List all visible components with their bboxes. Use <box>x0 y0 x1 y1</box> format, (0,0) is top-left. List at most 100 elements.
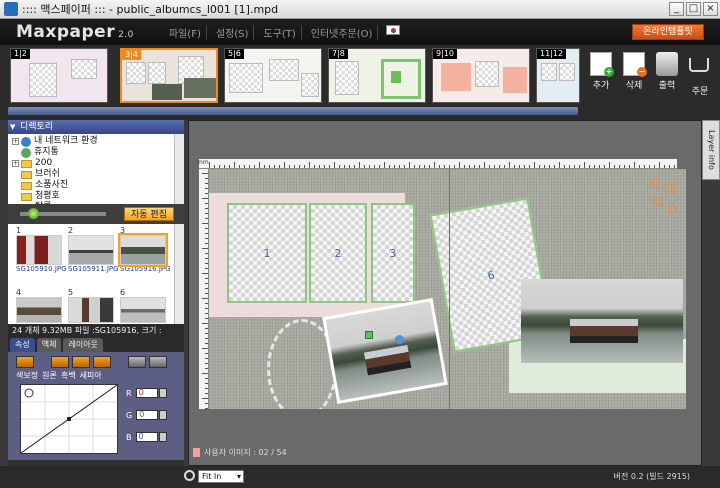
tree-item[interactable]: 청평호 <box>12 191 180 202</box>
thumbnail-page[interactable]: 1|2 <box>10 48 108 103</box>
print-button[interactable]: 출력 <box>652 52 682 97</box>
blue-value-input[interactable]: 0 <box>135 432 158 442</box>
ruler-tick <box>559 162 560 168</box>
filter-label: 원론 <box>42 371 57 380</box>
album-page[interactable]: 1 2 3 6 <box>209 169 686 409</box>
rotated-photo[interactable] <box>322 297 448 405</box>
tree-item[interactable]: 브러쉬 <box>12 169 180 180</box>
ruler-tick <box>374 165 375 168</box>
add-page-button[interactable]: + 추가 <box>586 52 616 97</box>
ruler-tick <box>205 238 208 239</box>
menu-file[interactable]: 파일(F) <box>164 24 207 40</box>
ruler-tick <box>205 288 208 289</box>
online-template-button[interactable]: 온라인템플릿 <box>632 24 704 40</box>
thumbnail-page[interactable]: 7|8 <box>328 48 426 103</box>
photo-item[interactable]: 2 SG105911.JPG <box>68 226 118 273</box>
folder-icon <box>21 159 32 168</box>
ruler-tick <box>264 165 265 168</box>
logo-version: 2.0 <box>118 30 134 40</box>
minimize-button[interactable]: _ <box>669 2 684 16</box>
thumbnail-label: 11|12 <box>537 49 567 59</box>
photo-slot[interactable]: 2 <box>309 203 367 303</box>
auto-edit-button[interactable]: 자동 편집 <box>124 207 174 221</box>
green-spinner[interactable] <box>159 410 168 420</box>
ruler-tick <box>234 162 235 168</box>
menu-internet-order[interactable]: 인터넷주문(O) <box>306 24 379 40</box>
ruler-tick <box>202 248 208 249</box>
close-button[interactable]: × <box>703 2 718 16</box>
order-button[interactable]: 주문 <box>685 52 715 97</box>
flip-horizontal-button[interactable] <box>128 356 146 368</box>
tab-objects[interactable]: 액체 <box>36 338 62 352</box>
photo-slot[interactable]: 3 <box>371 203 415 303</box>
red-value-input[interactable]: 0 <box>135 388 158 398</box>
tone-curve-editor[interactable] <box>20 384 118 454</box>
document-icon <box>193 448 200 457</box>
menu-settings[interactable]: 설정(S) <box>211 24 255 40</box>
sepia-button[interactable] <box>93 356 111 368</box>
ruler-tick <box>205 333 208 334</box>
ruler-tick <box>205 243 208 244</box>
original-button[interactable] <box>51 356 69 368</box>
flower-ornament[interactable] <box>646 175 680 219</box>
delete-page-button[interactable]: − 삭제 <box>619 52 649 97</box>
maximize-button[interactable]: □ <box>686 2 701 16</box>
zoom-icon[interactable] <box>184 470 195 481</box>
vertical-ruler <box>199 169 209 409</box>
thumbnail-page-active[interactable]: 3|4 <box>120 48 218 103</box>
photo-scrollbar[interactable] <box>174 224 184 324</box>
thumbnail-shape <box>391 71 401 83</box>
selection-handle[interactable] <box>365 331 373 339</box>
slider-knob[interactable] <box>28 208 39 219</box>
green-value-input[interactable]: 0 <box>136 410 159 420</box>
photo-item-selected[interactable]: 3 SG105916.JPG <box>118 226 170 273</box>
grayscale-button[interactable] <box>72 356 90 368</box>
thumbnail-label: 9|10 <box>433 49 457 59</box>
boat-photo[interactable] <box>521 279 683 363</box>
tree-item[interactable]: 휴지통 <box>12 147 180 158</box>
blue-spinner[interactable] <box>158 432 167 442</box>
tab-layout[interactable]: 레이아웃 <box>63 338 103 352</box>
photo-item[interactable]: 4 <box>16 288 64 323</box>
photo-item[interactable]: 5 <box>68 288 116 323</box>
menu-tools[interactable]: 도구(T) <box>258 24 302 40</box>
ruler-tick <box>205 263 208 264</box>
photo-browser: 1 SG105910.JPG 2 SG105911.JPG 3 SG105916… <box>8 224 184 324</box>
ruler-tick <box>419 165 420 168</box>
ruler-tick <box>649 165 650 168</box>
canvas-status: 사용자 이미지 : 02 / 54 <box>193 447 287 458</box>
tab-properties[interactable]: 속성 <box>10 338 35 352</box>
tool-label: 출력 <box>658 81 676 91</box>
red-spinner[interactable] <box>158 388 167 398</box>
expand-toggle[interactable]: + <box>12 138 19 145</box>
thumbnail-size-slider[interactable] <box>20 208 106 219</box>
photo-slot[interactable]: 1 <box>227 203 307 303</box>
thumbnail-page[interactable]: 11|12 <box>536 48 580 103</box>
thumbnail-page[interactable]: 9|10 <box>432 48 530 103</box>
directory-header[interactable]: 디렉토리 <box>8 120 184 134</box>
expand-toggle[interactable]: + <box>12 160 19 167</box>
zoom-select[interactable]: Fit In <box>198 470 244 483</box>
thumbnail-scrollbar[interactable] <box>8 107 578 115</box>
korean-flag-icon[interactable] <box>386 24 401 35</box>
blue-channel: B0 <box>126 432 176 442</box>
layer-info-tab[interactable]: Layer info <box>702 120 720 180</box>
tree-item[interactable]: 소품사진 <box>12 180 180 191</box>
thumbnail-page[interactable]: 5|6 <box>224 48 322 103</box>
photo-item[interactable]: 1 SG105910.JPG <box>16 226 66 273</box>
tree-item[interactable]: + 내 네트워크 환경 <box>12 136 180 147</box>
page-tools: + 추가 − 삭제 출력 주문 <box>586 52 715 97</box>
tree-item[interactable]: +200 <box>12 158 180 169</box>
photo-item[interactable]: 6 <box>120 288 168 323</box>
rotation-handle[interactable] <box>395 335 404 344</box>
scrollbar-thumb[interactable] <box>8 107 578 115</box>
thumbnail-slot <box>71 59 97 79</box>
color-correct-button[interactable] <box>16 356 34 368</box>
tree-scrollbar[interactable] <box>174 134 184 204</box>
page-thumbnail-strip: 1|2 3|4 5|6 7|8 9|10 11|12 + 추가 − 삭제 출력 … <box>0 45 720 120</box>
flip-vertical-button[interactable] <box>149 356 167 368</box>
editing-canvas[interactable]: mm 1 2 3 6 사용자 이미지 : 02 / 54 <box>188 120 702 466</box>
ruler-tick <box>554 165 555 168</box>
slot-number: 3 <box>389 246 397 260</box>
ruler-tick <box>304 165 305 168</box>
